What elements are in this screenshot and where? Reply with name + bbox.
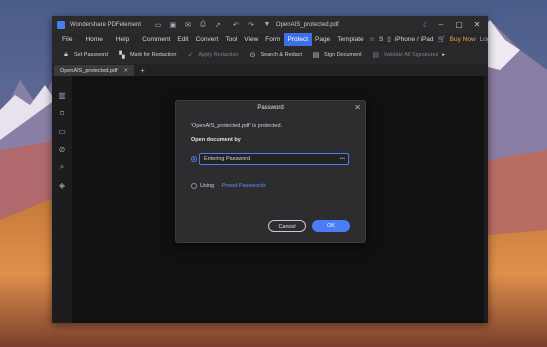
redo-icon[interactable]: ↷ [246, 20, 256, 30]
menu-view[interactable]: View [241, 33, 262, 46]
pdf-file-icon: ▼ [263, 21, 271, 28]
ok-button[interactable]: OK [312, 220, 350, 232]
menu-template[interactable]: Template [334, 33, 367, 46]
apply-redaction-button[interactable]: ✓ Apply Redaction [186, 51, 238, 59]
cancel-button[interactable]: Cancel [268, 220, 306, 232]
preset-passwords-link[interactable]: Preset Passwords [222, 183, 266, 189]
mark-redaction-button[interactable]: ▚ Mark for Redaction [118, 51, 176, 59]
thumbnails-icon[interactable]: ▥ [57, 90, 67, 100]
sign-document-button[interactable]: ▤ Sign Document [312, 51, 362, 59]
radio-preset-password[interactable] [191, 183, 197, 189]
folder-icon[interactable]: ▭ [153, 20, 163, 30]
validate-icon: ▤ [372, 52, 379, 59]
menu-help[interactable]: Help [112, 33, 132, 46]
device-link[interactable]: iPhone / iPad [393, 33, 436, 46]
using-label: Using [200, 183, 215, 189]
validate-signatures-label: Validate All Signatures [383, 52, 439, 58]
title-bar: Wondershare PDFelement ▭ ▣ ✉ ⎙ ➚ ↶ ↷ ▼ O… [52, 16, 488, 33]
search-icon[interactable]: ⌕ [57, 162, 67, 172]
comment-icon[interactable]: ▭ [57, 126, 67, 136]
signature-icon: ▤ [312, 52, 320, 59]
menu-protect[interactable]: Protect [283, 33, 312, 46]
buy-now-link[interactable]: Buy Now [448, 33, 478, 46]
cart-icon: 🛒 [437, 36, 446, 43]
password-dialog: Password ✕ 'OpenAIS_protected.pdf' is pr… [175, 100, 366, 243]
password-placeholder: Entering Password [204, 156, 251, 162]
set-password-label: Set Password [74, 52, 108, 58]
right-panel-collapsed[interactable] [484, 76, 488, 323]
close-window-button[interactable]: ✕ [468, 16, 486, 33]
show-password-icon[interactable]: ••• [340, 154, 345, 164]
open-by-heading: Open document by [191, 137, 241, 143]
search-icon: ⊙ [249, 52, 256, 59]
app-logo-icon [57, 20, 65, 29]
redaction-mark-icon: ▚ [119, 52, 125, 59]
menu-edit[interactable]: Edit [174, 33, 192, 46]
share-icon[interactable]: ➚ [213, 20, 223, 30]
close-tab-icon[interactable]: ✕ [123, 68, 128, 74]
set-password-button[interactable]: 🔒︎ Set Password [62, 51, 108, 59]
menu-tool[interactable]: Tool [222, 33, 241, 46]
lock-icon: 🔒︎ [64, 51, 68, 58]
radio-enter-password[interactable] [191, 156, 197, 162]
protect-toolbar: 🔒︎ Set Password ▚ Mark for Redaction ✓ A… [52, 46, 488, 64]
document-tab-bar: OpenAIS_protected.pdf ✕ + [52, 64, 488, 76]
save-icon[interactable]: ▣ [168, 20, 178, 30]
document-tab-label: OpenAIS_protected.pdf [60, 67, 118, 74]
undo-icon[interactable]: ↶ [231, 20, 241, 30]
left-sidebar: ▥ ⌑ ▭ ⊘ ⌕ ◈ [52, 76, 72, 323]
menu-form[interactable]: Form [262, 33, 284, 46]
using-preset-row: Using Preset Passwords [200, 183, 266, 189]
menu-comment[interactable]: Comment [139, 33, 174, 46]
mobile-device-icon: ▯ [387, 36, 391, 43]
close-icon[interactable]: ✕ [354, 103, 361, 112]
password-input[interactable]: Entering Password ••• [199, 153, 349, 165]
menu-search-truncated[interactable]: S [377, 33, 385, 46]
menu-home[interactable]: Home [82, 33, 106, 46]
menu-file[interactable]: File [52, 33, 76, 46]
theme-moon-icon[interactable]: ☾ [421, 20, 431, 30]
search-redact-button[interactable]: ⊙ Search & Redact [248, 51, 303, 59]
dialog-title: Password [257, 105, 284, 111]
protected-message: 'OpenAIS_protected.pdf' is protected. [191, 123, 283, 129]
validate-signatures-button[interactable]: ▤ Validate All Signatures [372, 51, 439, 59]
star-icon[interactable]: ☆ [367, 33, 377, 46]
mark-redaction-label: Mark for Redaction [129, 52, 177, 58]
menu-convert[interactable]: Convert [192, 33, 222, 46]
menu-page[interactable]: Page [312, 33, 334, 46]
layers-icon[interactable]: ◈ [57, 180, 67, 190]
print-icon[interactable]: ⎙ [198, 20, 208, 30]
add-tab-button[interactable]: + [140, 65, 145, 76]
menu-bar: File Home Help Comment Edit Convert Tool… [52, 33, 488, 46]
toolbar-more-icon[interactable]: ▸ [442, 52, 445, 58]
search-redact-label: Search & Redact [260, 52, 303, 58]
minimize-button[interactable]: – [432, 16, 450, 33]
maximize-button[interactable]: ▢ [450, 16, 468, 33]
login-link[interactable]: Log In [478, 33, 488, 46]
apply-redaction-label: Apply Redaction [198, 52, 239, 58]
sign-document-label: Sign Document [324, 52, 362, 58]
attachment-icon[interactable]: ⊘ [57, 144, 67, 154]
bookmark-icon[interactable]: ⌑ [57, 108, 67, 118]
app-title: Wondershare PDFelement [70, 21, 141, 28]
apply-redaction-icon: ✓ [187, 52, 194, 59]
document-tab[interactable]: OpenAIS_protected.pdf ✕ [54, 65, 135, 76]
document-title: OpenAIS_protected.pdf [275, 21, 339, 28]
mail-icon[interactable]: ✉ [183, 20, 193, 30]
